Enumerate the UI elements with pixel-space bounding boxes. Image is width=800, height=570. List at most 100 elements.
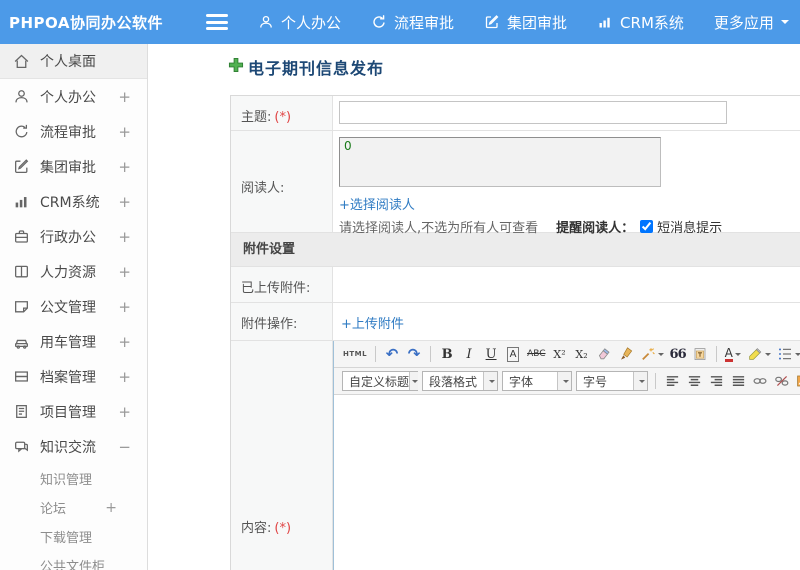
sidebar-subitem-downloads[interactable]: 下载管理 [0, 522, 147, 551]
sidebar-subitem-knowledge-mgmt[interactable]: 知识管理 [0, 464, 147, 493]
sidebar-item-crm[interactable]: CRM系统 + [0, 184, 147, 219]
sidebar-item-documents[interactable]: 公文管理 + [0, 289, 147, 324]
upload-attachment-link[interactable]: +上传附件 [341, 317, 404, 332]
archive-icon [13, 368, 30, 385]
caret-down-icon [412, 380, 419, 386]
sidebar-subitem-public-files[interactable]: 公共文件柜 [0, 551, 147, 570]
sidebar-item-personal-office[interactable]: 个人办公 + [0, 79, 147, 114]
align-right-button[interactable] [706, 371, 726, 392]
project-board-icon [13, 403, 30, 420]
content-label: 内容: [241, 521, 272, 536]
uploaded-attachments-empty [333, 267, 800, 302]
bold-button[interactable]: B [437, 344, 457, 365]
nav-personal-office[interactable]: 个人办公 [258, 12, 341, 33]
attachment-section-header: 附件设置 [231, 233, 800, 267]
attach-op-label: 附件操作: [241, 317, 298, 332]
select-readers-link[interactable]: +选择阅读人 [339, 198, 415, 213]
sidebar-item-knowledge[interactable]: 知识交流 − [0, 429, 147, 464]
person-icon [13, 88, 30, 105]
readers-hint: 请选择阅读人,不选为所有人可查看 [339, 221, 539, 236]
required-mark: (*) [274, 521, 292, 536]
caret-down-icon [780, 20, 789, 28]
custom-heading-select[interactable]: 自定义标题 [342, 371, 419, 391]
sidebar-item-vehicles[interactable]: 用车管理 + [0, 324, 147, 359]
edit-square-icon [484, 14, 500, 30]
sms-remind-checkbox[interactable] [640, 220, 654, 233]
attachment-actions-row: 附件操作: +上传附件 [231, 303, 800, 341]
nav-more-apps[interactable]: 更多应用 [714, 12, 789, 33]
editor-toolbar-row1: HTML ↶ ↷ B I U A ABC X² X₂ 66 A [334, 341, 800, 368]
car-icon [13, 333, 30, 350]
flow-cycle-icon [13, 123, 30, 140]
remove-format-eraser-icon[interactable] [594, 344, 614, 365]
inline-style-button[interactable]: A [503, 344, 523, 365]
bar-chart-icon [597, 14, 613, 30]
bar-chart-icon [13, 193, 30, 210]
top-nav: 个人办公 流程审批 集团审批 CRM系统 更多应用 [258, 12, 789, 33]
highlight-color-button[interactable] [745, 344, 773, 365]
readers-textarea[interactable]: 0 [339, 137, 661, 187]
format-brush-icon[interactable] [616, 344, 636, 365]
content-row: 内容: (*) HTML ↶ ↷ B I U A ABC X² X₂ 66 A … [231, 341, 800, 570]
person-icon [258, 14, 274, 30]
caret-down-icon [562, 380, 569, 386]
subject-input[interactable] [339, 101, 727, 124]
nav-crm[interactable]: CRM系统 [597, 12, 684, 33]
sidebar-item-archives[interactable]: 档案管理 + [0, 359, 147, 394]
subscript-button[interactable]: X₂ [572, 344, 592, 365]
nav-group-approval[interactable]: 集团审批 [484, 12, 567, 33]
caret-down-icon [657, 353, 664, 359]
align-left-button[interactable] [662, 371, 682, 392]
home-icon [13, 53, 30, 70]
align-center-button[interactable] [684, 371, 704, 392]
sidebar-subitem-forum[interactable]: 论坛 + [0, 493, 147, 522]
sidebar: 个人桌面 个人办公 + 流程审批 + 集团审批 + CRM系统 + 行政办公 +… [0, 44, 148, 570]
blockquote-button[interactable]: 66 [668, 344, 688, 365]
caret-down-icon [638, 380, 645, 386]
redo-icon[interactable]: ↷ [404, 344, 424, 365]
readers-row: 阅读人: 0 +选择阅读人 请选择阅读人,不选为所有人可查看 提醒阅读人： 短消… [231, 131, 800, 236]
undo-icon[interactable]: ↶ [382, 344, 402, 365]
document-icon [13, 298, 30, 315]
insert-link-icon[interactable] [750, 371, 770, 392]
publish-form: 主题: (*) 阅读人: 0 +选择阅读人 请选择阅读人,不选为所有人可查看 提醒… [230, 95, 800, 570]
justify-button[interactable] [728, 371, 748, 392]
font-family-select[interactable]: 字体 [502, 371, 572, 391]
caret-down-icon [764, 353, 771, 359]
superscript-button[interactable]: X² [550, 344, 570, 365]
book-icon [13, 263, 30, 280]
font-size-select[interactable]: 字号 [576, 371, 648, 391]
ordered-list-button[interactable] [775, 344, 800, 365]
remind-readers-label: 提醒阅读人： [556, 221, 635, 236]
underline-button[interactable]: U [481, 344, 501, 365]
caret-down-icon [794, 353, 800, 359]
sidebar-item-projects[interactable]: 项目管理 + [0, 394, 147, 429]
subject-row: 主题: (*) [231, 96, 800, 131]
plus-icon [228, 57, 244, 77]
sidebar-item-group-approval[interactable]: 集团审批 + [0, 149, 147, 184]
paragraph-format-select[interactable]: 段落格式 [422, 371, 498, 391]
app-header: PHPOA协同办公软件 个人办公 流程审批 集团审批 CRM系统 更多应用 [0, 0, 800, 44]
caret-down-icon [734, 353, 741, 359]
italic-button[interactable]: I [459, 344, 479, 365]
uploaded-label: 已上传附件: [241, 281, 311, 296]
page-title: 电子期刊信息发布 [228, 55, 384, 79]
remove-link-icon[interactable] [772, 371, 792, 392]
paste-plain-icon[interactable] [690, 344, 710, 365]
sms-remind-label: 短消息提示 [657, 221, 723, 236]
app-title: PHPOA协同办公软件 [9, 13, 163, 32]
briefcase-icon [13, 228, 30, 245]
strikethrough-button[interactable]: ABC [525, 344, 547, 365]
required-mark: (*) [274, 110, 292, 125]
sidebar-item-hr[interactable]: 人力资源 + [0, 254, 147, 289]
font-color-button[interactable]: A [723, 344, 743, 365]
insert-image-icon[interactable] [794, 371, 800, 392]
sidebar-item-desktop[interactable]: 个人桌面 [0, 44, 147, 79]
nav-flow-approval[interactable]: 流程审批 [371, 12, 454, 33]
editor-content-area[interactable] [334, 395, 800, 570]
html-source-button[interactable]: HTML [341, 344, 369, 365]
auto-typeset-wand-icon[interactable] [638, 344, 666, 365]
sidebar-item-admin-office[interactable]: 行政办公 + [0, 219, 147, 254]
menu-icon[interactable] [206, 14, 228, 30]
sidebar-item-flow-approval[interactable]: 流程审批 + [0, 114, 147, 149]
